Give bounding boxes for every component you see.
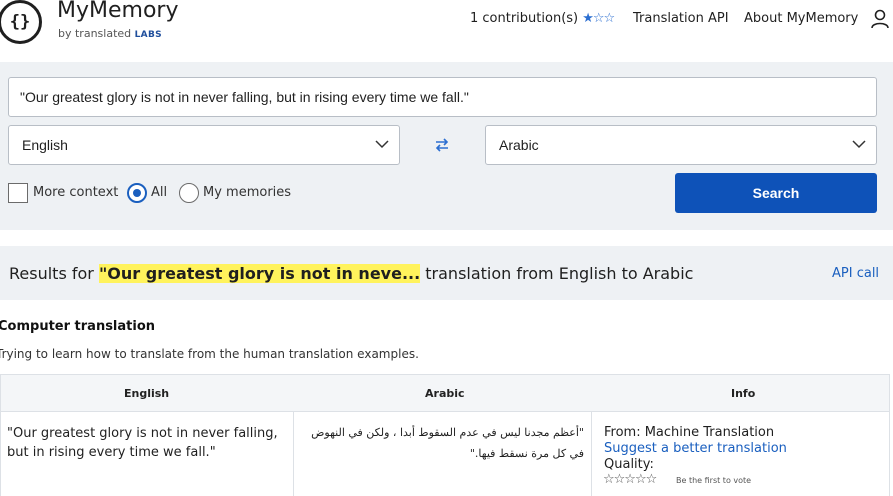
chevron-down-icon <box>375 140 389 149</box>
more-context-label[interactable]: More context <box>33 185 118 200</box>
source-language-select[interactable]: English <box>8 125 400 165</box>
results-query-highlight: "Our greatest glory is not in neve... <box>98 264 421 283</box>
byline-labs: LABS <box>134 30 162 40</box>
nav-translation-api[interactable]: Translation API <box>633 11 729 26</box>
chevron-down-icon <box>852 140 866 149</box>
api-call-link[interactable]: API call <box>832 266 879 281</box>
results-heading: Results for "Our greatest glory is not i… <box>9 264 693 283</box>
vote-prompt: Be the first to vote <box>676 476 752 485</box>
top-header: {} MyMemory by translated LABS 1 contrib… <box>0 0 893 48</box>
column-divider <box>293 412 294 496</box>
target-language-select[interactable]: Arabic <box>485 125 877 165</box>
contribution-stars-icon: ★☆☆ <box>582 11 615 26</box>
byline: by translated LABS <box>58 27 162 40</box>
results-suffix: translation from English to Arabic <box>420 264 694 283</box>
computer-translation-title: Computer translation <box>0 319 156 334</box>
info-source: From: Machine Translation <box>604 425 775 440</box>
radio-all[interactable] <box>127 183 147 203</box>
table-header: English Arabic Info <box>0 374 890 412</box>
computer-translation-subtitle: Trying to learn how to translate from th… <box>0 347 419 361</box>
mymemory-logo-icon[interactable]: {} <box>0 0 42 44</box>
quality-label: Quality: <box>604 457 654 472</box>
search-panel: "Our greatest glory is not in never fall… <box>0 62 893 230</box>
radio-all-label[interactable]: All <box>151 185 167 200</box>
nav-about-mymemory[interactable]: About MyMemory <box>744 11 858 26</box>
target-language-value: Arabic <box>499 137 539 153</box>
header-arabic: Arabic <box>425 387 465 400</box>
contributions-link[interactable]: 1 contribution(s) ★☆☆ <box>470 11 615 26</box>
swap-arrows-icon[interactable] <box>434 137 450 153</box>
source-language-value: English <box>22 137 68 153</box>
cell-english: "Our greatest glory is not in never fall… <box>7 426 278 460</box>
results-prefix: Results for <box>9 264 99 283</box>
search-button[interactable]: Search <box>675 173 877 213</box>
header-english: English <box>124 387 170 400</box>
column-divider <box>591 412 592 496</box>
search-input[interactable]: "Our greatest glory is not in never fall… <box>8 77 877 117</box>
cell-arabic: "أعظم مجدنا ليس في عدم السقوط أبدا ، ولك… <box>311 426 584 460</box>
quality-stars-icon[interactable]: ☆☆☆☆☆ <box>603 472 657 487</box>
user-icon[interactable] <box>871 9 889 29</box>
contributions-label: 1 contribution(s) <box>470 11 579 26</box>
header-info: Info <box>731 387 756 400</box>
app-title[interactable]: MyMemory <box>57 0 178 23</box>
radio-my-memories[interactable] <box>179 183 199 203</box>
more-context-checkbox[interactable] <box>8 183 28 203</box>
suggest-translation-link[interactable]: Suggest a better translation <box>604 441 787 456</box>
radio-my-memories-label[interactable]: My memories <box>203 185 291 200</box>
results-bar: Results for "Our greatest glory is not i… <box>0 246 893 300</box>
byline-text: by translated <box>58 27 132 40</box>
